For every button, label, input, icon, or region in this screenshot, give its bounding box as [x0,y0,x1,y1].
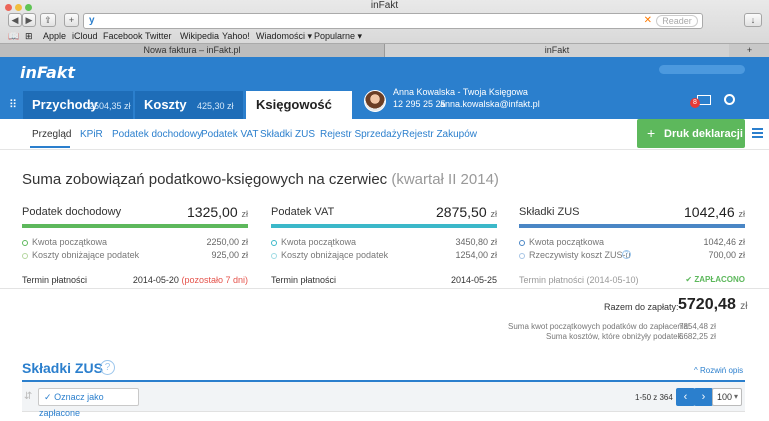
active-underline [30,146,70,148]
bookmark-item[interactable]: Wiadomości ▾ [256,30,312,42]
column-total: 1325,00 zł [187,204,248,220]
mark-paid-button[interactable]: ✓ Oznacz jako zapłacone [38,388,139,418]
subnav-item-kpir[interactable]: KPiR [80,129,103,140]
tab-amount: 425,30 zł [197,101,234,111]
tab-label: Przychody [32,97,98,112]
next-page-button[interactable]: › [694,388,713,406]
tab-koszty[interactable]: Koszty 425,30 zł [135,91,243,119]
bookmarks-bar: 📖 ⊞ Apple iCloud Facebook Twitter Wikipe… [0,30,769,42]
detail-row: Kwota początkowa 3450,80 zł [271,237,497,247]
chevron-up-icon: ^ [694,366,698,375]
title-period: (kwartał II 2014) [391,171,499,188]
payment-term: Termin płatności 2014-05-20 (pozostało 7… [22,275,248,285]
table-toolbar: ⇵ ✓ Oznacz jako zapłacone 1-50 z 364 ‹ ›… [22,382,745,418]
sub-navigation: Przegląd KPiR Podatek dochodowy Podatek … [0,119,769,150]
share-icon[interactable]: ⇪ [40,13,56,27]
pagination-info: 1-50 z 364 [635,393,673,402]
window-title: inFakt [370,0,399,11]
check-icon: ✔ [685,275,693,284]
print-declaration-button[interactable]: + Druk deklaracji [637,119,745,148]
plus-icon: + [647,125,656,141]
address-bar[interactable]: y ✕ Reader [83,13,703,29]
subtotal-value: 7854,48 zł [679,322,716,331]
progress-bar [519,224,745,228]
detail-row: Kwota początkowa 1042,46 zł [519,237,745,247]
bookmark-item[interactable]: iCloud [72,30,98,42]
reading-list-icon[interactable]: 📖 [8,30,19,42]
check-icon: ✓ [44,392,52,402]
subnav-item-rejestr-sprzedazy[interactable]: Rejestr Sprzedaży [320,129,402,140]
app-header: inFakt ⠿ Przychody 2504,35 zł Koszty 425… [0,57,769,119]
accountant-name: Anna Kowalska - Twoja Księgowa [393,87,528,97]
menu-icon[interactable] [752,128,763,139]
avatar[interactable] [364,90,386,112]
subnav-item-podatek-vat[interactable]: Podatek VAT [201,129,258,140]
subnav-item-rejestr-zakupow[interactable]: Rejestr Zakupów [402,129,477,140]
payment-term: Termin płatności (2014-05-10) ✔ ZAPŁACON… [519,275,745,285]
tab-przychody[interactable]: Przychody 2504,35 zł [23,91,133,119]
reader-button[interactable]: Reader [656,15,698,27]
company-selector[interactable] [659,65,745,74]
column-title: Podatek dochodowy [22,206,122,218]
subnav-item-podatek-dochodowy[interactable]: Podatek dochodowy [112,129,202,140]
notification-badge: 8 [690,98,700,108]
loading-icon: ✕ [643,15,652,26]
subtotal-label: Suma kosztów, które obniżyły podatek: [546,332,684,341]
bookmark-item[interactable]: Facebook [103,30,143,42]
tab-bar: Nowa faktura – inFakt.pl inFakt + [0,43,769,57]
bookmark-item[interactable]: Twitter [145,30,172,42]
tab-label: Koszty [144,97,187,112]
total-value: 5720,48 zł [678,296,748,313]
favicon-icon: y [89,15,95,26]
detail-row: Koszty obniżające podatek 925,00 zł [22,250,248,260]
subnav-item-przeglad[interactable]: Przegląd [32,129,71,140]
progress-bar [22,224,248,228]
bookmark-item[interactable]: Apple [43,30,66,42]
help-icon[interactable]: ? [622,250,631,259]
tab-ksiegowosc[interactable]: Księgowość [246,91,352,119]
subtotal-value: 5682,25 zł [679,332,716,341]
progress-bar [271,224,497,228]
new-tab-icon[interactable]: + [64,13,79,27]
column-title: Składki ZUS [519,206,580,218]
subtotal-label: Suma kwot początkowych podatków do zapła… [508,322,691,331]
bookmark-item[interactable]: Popularne ▾ [314,30,362,42]
accountant-email[interactable]: anna.kowalska@infakt.pl [440,99,540,109]
downloads-icon[interactable]: ↓ [744,13,762,27]
prev-page-button[interactable]: ‹ [676,388,695,406]
sort-icon[interactable]: ⇵ [24,391,32,402]
column-title: Podatek VAT [271,206,335,218]
tab-label: Księgowość [256,97,332,112]
chevron-down-icon: ▾ [734,392,739,401]
forward-icon[interactable]: ▶ [22,13,36,27]
total-label: Razem do zapłaty: [604,302,679,312]
new-tab-icon[interactable]: + [730,44,769,57]
button-label: Druk deklaracji [664,128,743,140]
payment-term: Termin płatności 2014-05-25 [271,275,497,285]
expand-description-link[interactable]: ^ Rozwiń opis [694,366,743,375]
page-title: Suma zobowiązań podatkowo-księgowych na … [22,171,499,188]
bookmark-item[interactable]: Yahoo! [222,30,250,42]
detail-row: Rzeczywisty koszt ZUS-u ? 700,00 zł [519,250,745,260]
section-title: Składki ZUS [22,360,103,376]
apps-grid-icon[interactable]: ⠿ [9,100,20,111]
detail-row: Koszty obniżające podatek 1254,00 zł [271,250,497,260]
bookmark-item[interactable]: Wikipedia [180,30,219,42]
browser-tab[interactable]: Nowa faktura – inFakt.pl [0,44,384,57]
grid-icon[interactable]: ⊞ [25,30,33,42]
column-total: 1042,46 zł [684,204,745,220]
subnav-item-skladki-zus[interactable]: Składki ZUS [260,129,315,140]
detail-row: Kwota początkowa 2250,00 zł [22,237,248,247]
title-text: Suma zobowiązań podatkowo-księgowych na … [22,171,388,188]
tab-amount: 2504,35 zł [89,101,131,111]
browser-tab[interactable]: inFakt [384,44,729,57]
logo[interactable]: inFakt [20,63,75,82]
search-icon[interactable] [724,94,735,105]
accountant-phone: 12 295 25 25 [393,99,446,109]
column-total: 2875,50 zł [436,204,497,220]
divider [0,288,769,289]
help-icon[interactable]: ? [100,360,115,375]
back-icon[interactable]: ◀ [8,13,22,27]
browser-chrome: inFakt ◀ ▶ ⇪ + y ✕ Reader ↓ 📖 ⊞ Apple iC… [0,0,769,57]
